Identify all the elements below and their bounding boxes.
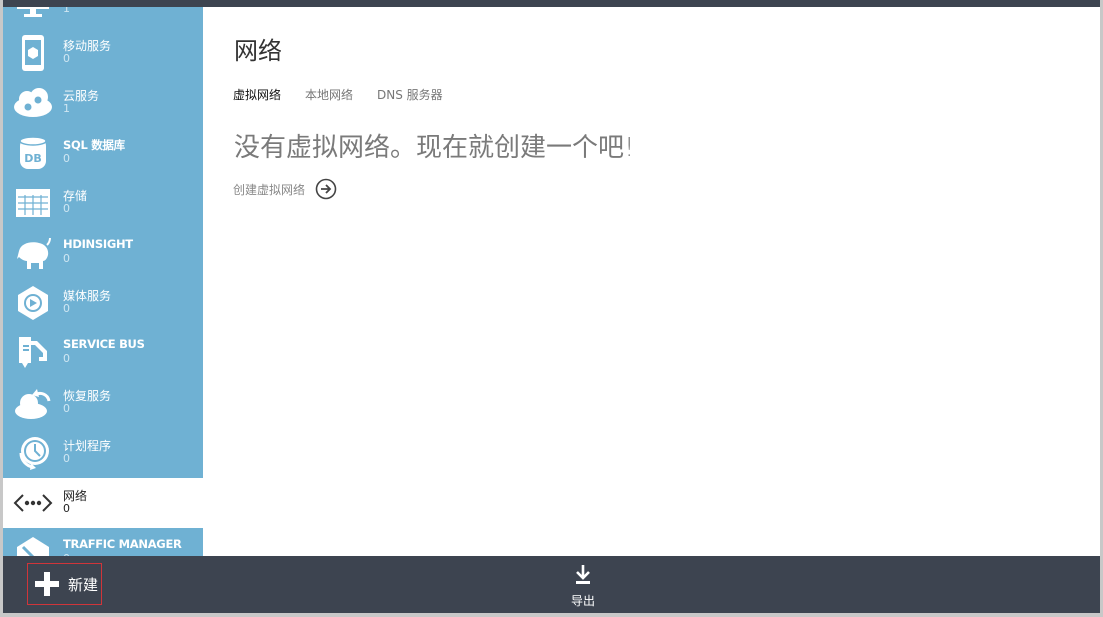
export-button-label: 导出 xyxy=(570,594,595,608)
portal-window: 1 移动服务 0 云服务 1 DB SQL 数据库 0 存储 0 HDINSIG… xyxy=(3,0,1100,613)
sidebar-item-label: 移动服务 xyxy=(63,39,112,53)
create-virtual-network-link[interactable]: 创建虚拟网络 xyxy=(233,178,337,200)
sidebar-item-storage[interactable]: 存储 0 xyxy=(3,178,203,228)
tab-local-networks[interactable]: 本地网络 xyxy=(305,86,353,103)
network-icon xyxy=(13,494,53,512)
svg-text:DB: DB xyxy=(24,152,42,165)
page-title: 网络 xyxy=(234,37,282,65)
tab-dns-servers[interactable]: DNS 服务器 xyxy=(377,86,443,103)
sidebar-item-cloud-services[interactable]: 云服务 1 xyxy=(3,78,203,128)
create-link-label: 创建虚拟网络 xyxy=(233,182,306,197)
sidebar-item-count: 1 xyxy=(63,7,70,15)
sidebar-item-mobile-services[interactable]: 移动服务 0 xyxy=(3,28,203,78)
empty-state-message: 没有虚拟网络。现在就创建一个吧! xyxy=(234,133,635,163)
new-button[interactable]: 新建 xyxy=(27,563,102,605)
sidebar-item-virtual-machines[interactable]: 1 xyxy=(3,7,203,28)
sidebar-item-count: 0 xyxy=(63,152,70,165)
plus-icon xyxy=(35,572,59,596)
monitor-icon xyxy=(17,7,49,17)
sidebar-item-media-services[interactable]: 媒体服务 0 xyxy=(3,278,203,328)
sidebar-item-count: 0 xyxy=(63,502,70,515)
sidebar-item-count: 0 xyxy=(63,352,70,365)
tab-bar: 虚拟网络 本地网络 DNS 服务器 xyxy=(233,86,443,103)
sidebar-item-count: 1 xyxy=(63,102,70,115)
download-icon xyxy=(576,565,590,584)
storage-table-icon xyxy=(16,189,50,217)
new-button-label: 新建 xyxy=(68,575,99,594)
sidebar-item-count: 0 xyxy=(63,452,70,465)
sidebar-item-hdinsight[interactable]: HDINSIGHT 0 xyxy=(3,228,203,278)
sidebar-item-label: TRAFFIC MANAGER xyxy=(63,537,182,551)
sidebar-item-service-bus[interactable]: SERVICE BUS 0 xyxy=(3,328,203,378)
sidebar-item-count: 0 xyxy=(63,52,70,65)
recovery-cloud-icon xyxy=(15,389,51,419)
sidebar-item-label: 计划程序 xyxy=(63,439,112,453)
main-content: 网络 虚拟网络 本地网络 DNS 服务器 没有虚拟网络。现在就创建一个吧! 创建… xyxy=(203,7,1100,556)
command-bar: 新建 导出 xyxy=(3,556,1100,613)
top-bar xyxy=(3,0,1100,7)
arrow-circle-right-icon[interactable] xyxy=(315,178,337,200)
sidebar-item-sql-database[interactable]: DB SQL 数据库 0 xyxy=(3,128,203,178)
elephant-icon xyxy=(17,237,51,269)
cloud-service-icon xyxy=(14,88,52,117)
service-bus-icon xyxy=(19,337,47,368)
sidebar-item-label: 恢复服务 xyxy=(63,389,112,403)
sidebar-item-networks[interactable]: 网络 0 xyxy=(3,478,203,528)
sidebar-item-label: 媒体服务 xyxy=(63,289,112,303)
sidebar: 1 移动服务 0 云服务 1 DB SQL 数据库 0 存储 0 HDINSIG… xyxy=(3,7,203,556)
sidebar-item-label: SERVICE BUS xyxy=(63,337,145,351)
scheduler-clock-icon xyxy=(19,437,49,470)
sidebar-item-scheduler[interactable]: 计划程序 0 xyxy=(3,428,203,478)
export-button[interactable]: 导出 xyxy=(563,564,603,609)
sidebar-item-traffic-manager[interactable]: TRAFFIC MANAGER 0 xyxy=(3,528,203,556)
sidebar-item-label: HDINSIGHT xyxy=(63,237,133,251)
sidebar-item-count: 0 xyxy=(63,252,70,265)
traffic-manager-icon xyxy=(17,537,49,556)
sidebar-item-count: 0 xyxy=(63,202,70,215)
media-play-icon xyxy=(18,286,48,320)
mobile-service-icon xyxy=(22,35,44,71)
sidebar-item-recovery-services[interactable]: 恢复服务 0 xyxy=(3,378,203,428)
database-icon: DB xyxy=(19,136,47,169)
sidebar-item-count: 0 xyxy=(63,302,70,315)
tab-virtual-networks[interactable]: 虚拟网络 xyxy=(233,86,281,103)
sidebar-item-label: SQL 数据库 xyxy=(63,138,125,152)
sidebar-item-count: 0 xyxy=(63,402,70,415)
